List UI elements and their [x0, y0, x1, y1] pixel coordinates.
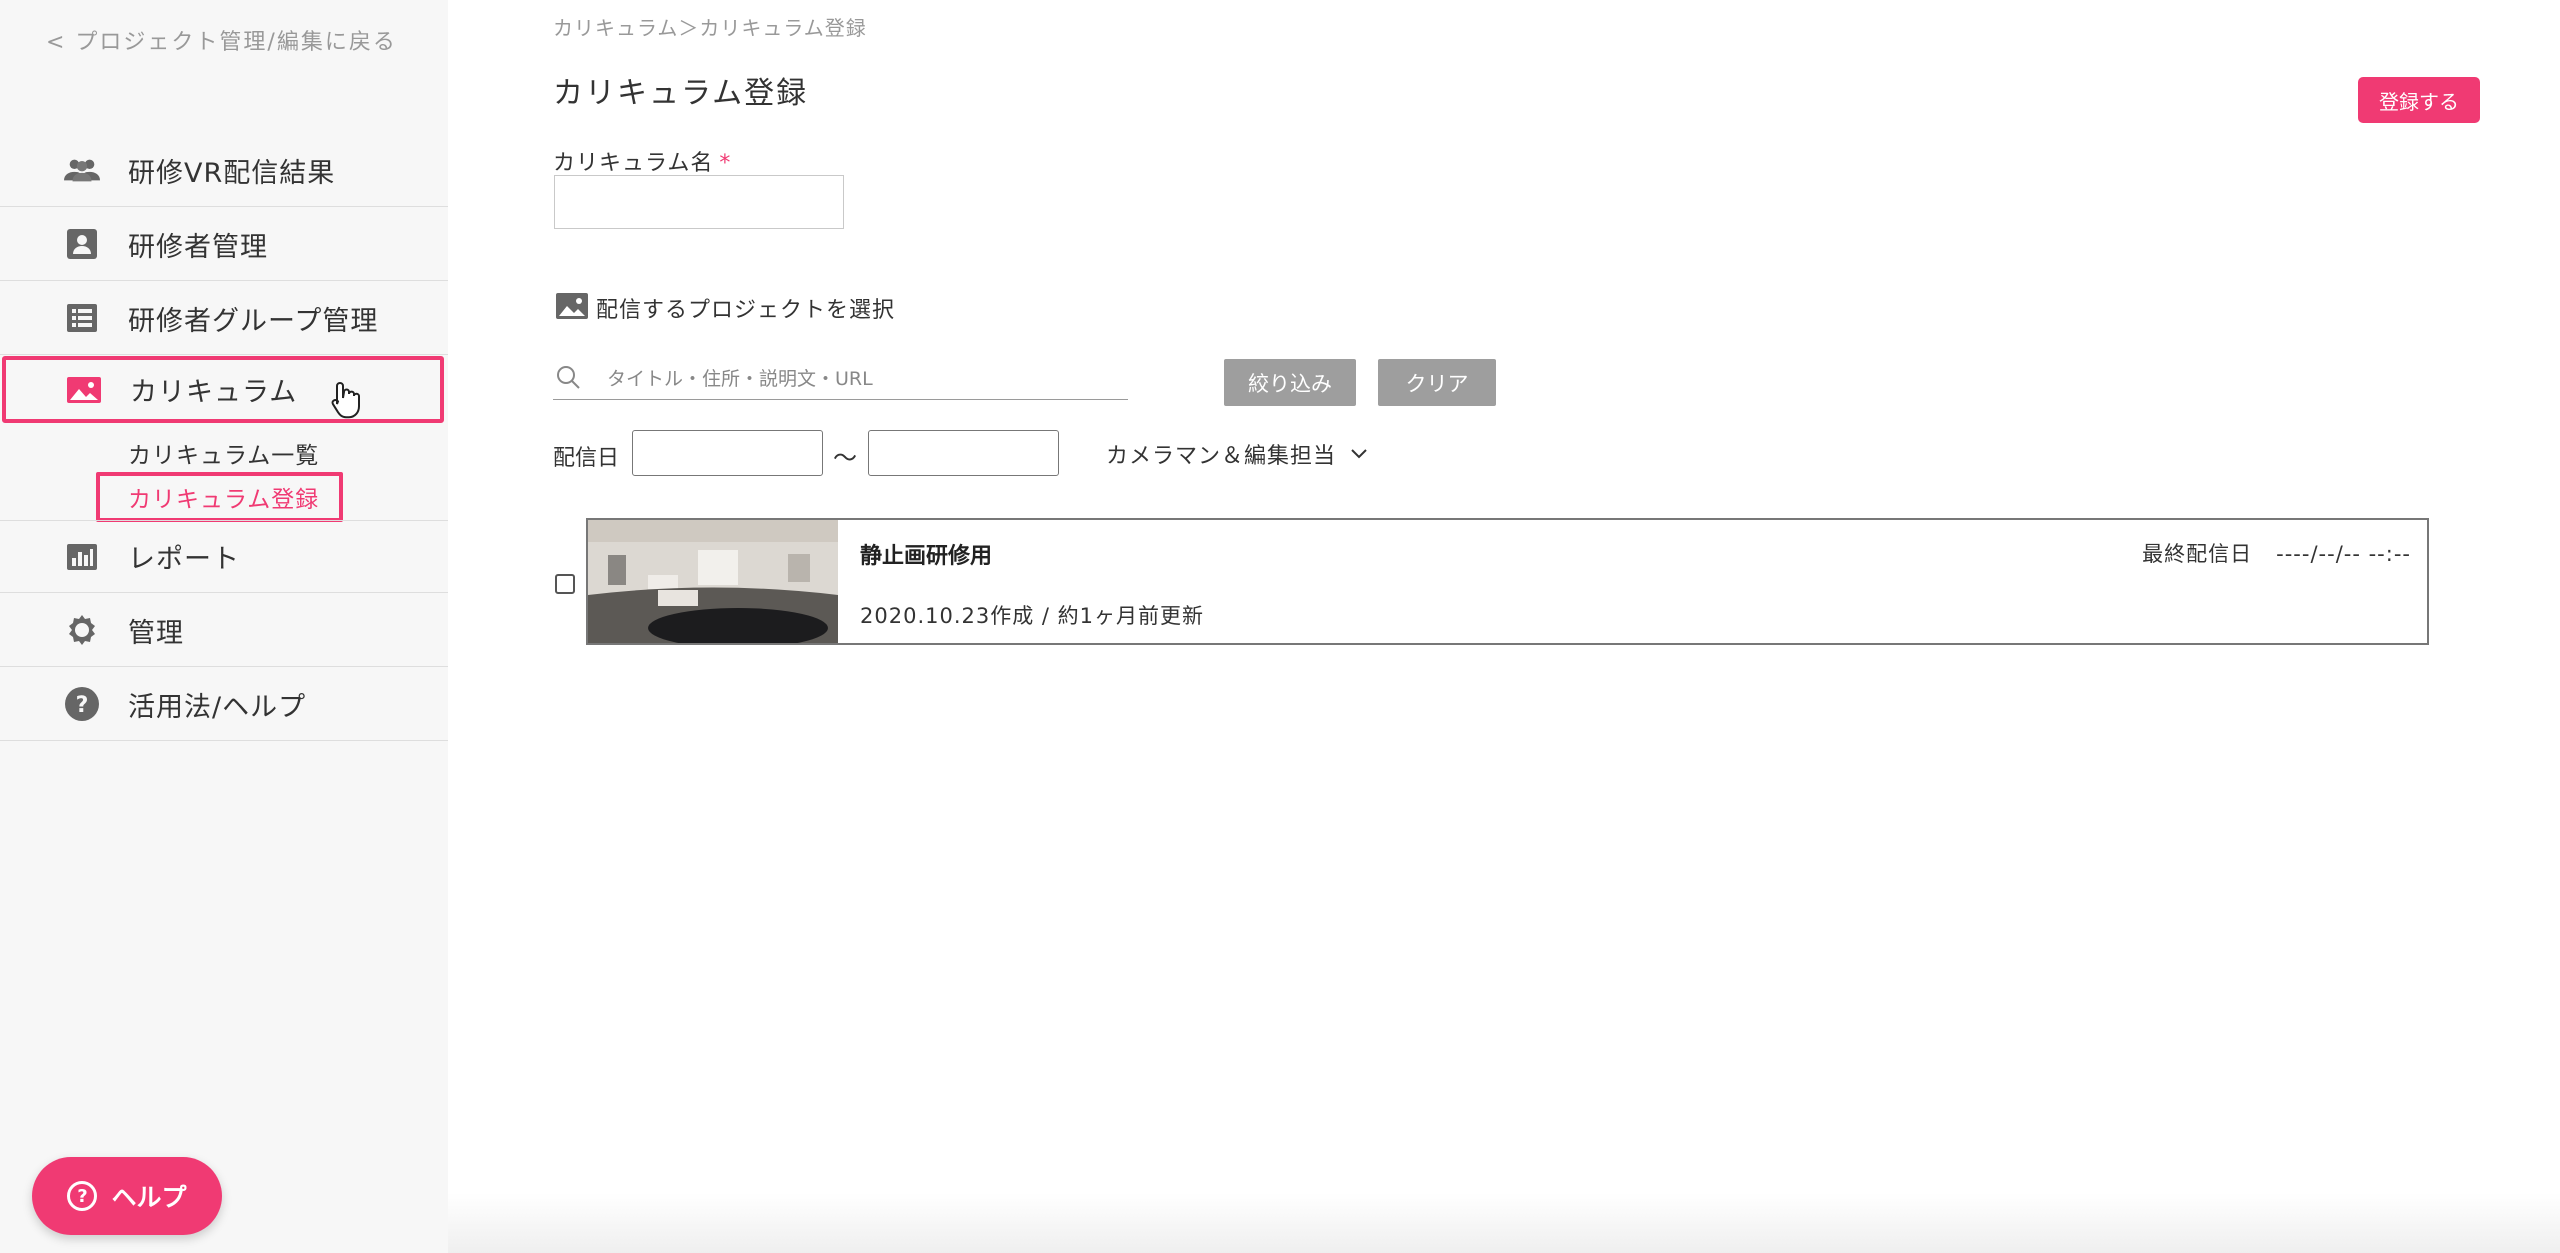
project-thumbnail — [588, 520, 838, 643]
gear-icon — [64, 612, 100, 648]
people-icon — [64, 152, 100, 188]
image-icon — [556, 293, 588, 323]
image-icon — [66, 372, 102, 408]
help-circle-icon: ? — [64, 686, 100, 722]
help-button-label: ヘルプ — [111, 1183, 187, 1212]
project-card[interactable]: 静止画研修用 2020.10.23作成 / 約1ヶ月前更新 最終配信日 ----/… — [586, 518, 2429, 645]
sidebar-item-trainee-management[interactable]: 研修者管理 — [0, 208, 448, 281]
required-mark: * — [719, 151, 732, 176]
date-separator: 〜 — [833, 444, 857, 472]
main-content: カリキュラム＞カリキュラム登録 カリキュラム登録 登録する カリキュラム名 * 配… — [448, 0, 2560, 1253]
page-title: カリキュラム登録 — [553, 76, 809, 111]
list-icon — [64, 300, 100, 336]
delivery-date-label: 配信日 — [553, 446, 620, 471]
filter-button[interactable]: 絞り込み — [1224, 359, 1356, 406]
sidebar-item-label: 研修者グループ管理 — [128, 305, 379, 337]
sidebar-item-report[interactable]: レポート — [0, 520, 448, 593]
section-label: 配信するプロジェクトを選択 — [596, 298, 896, 323]
question-icon: ? — [67, 1181, 98, 1211]
svg-text:?: ? — [76, 693, 89, 718]
cameraman-editor-dropdown[interactable]: カメラマン＆編集担当 — [1106, 438, 1368, 470]
last-delivery-value: ----/--/-- --:-- — [2276, 542, 2411, 566]
date-from-input[interactable] — [632, 430, 823, 476]
sidebar-item-curriculum[interactable]: カリキュラム — [2, 356, 444, 423]
date-to-input[interactable] — [868, 430, 1059, 476]
chevron-down-icon — [1350, 445, 1368, 464]
project-title: 静止画研修用 — [860, 544, 993, 569]
sidebar-subitem-curriculum-list[interactable]: カリキュラム一覧 — [128, 436, 319, 470]
curriculum-name-label: カリキュラム名 * — [553, 145, 731, 177]
curriculum-name-input[interactable] — [554, 175, 844, 229]
help-floating-button[interactable]: ? ヘルプ — [32, 1157, 222, 1235]
sidebar-item-admin[interactable]: 管理 — [0, 594, 448, 667]
field-label-text: カリキュラム名 — [553, 151, 714, 176]
search-input[interactable] — [607, 367, 1107, 390]
hand-cursor-icon — [330, 380, 364, 424]
sidebar-item-label: 管理 — [128, 617, 184, 649]
register-button[interactable]: 登録する — [2358, 77, 2480, 123]
breadcrumb: カリキュラム＞カリキュラム登録 — [553, 16, 867, 40]
project-meta: 2020.10.23作成 / 約1ヶ月前更新 — [860, 604, 1205, 628]
sidebar-item-label: カリキュラム — [130, 377, 298, 408]
sidebar-subitem-curriculum-register[interactable]: カリキュラム登録 — [96, 472, 344, 522]
sidebar-item-label: 活用法/ヘルプ — [128, 691, 307, 723]
bar-chart-icon — [64, 539, 100, 575]
search-bar — [553, 358, 1128, 400]
sidebar: < プロジェクト管理/編集に戻る 研修VR配信結果 研修者管理 研修者グループ管… — [0, 0, 448, 1253]
project-select-heading: 配信するプロジェクトを選択 — [556, 292, 895, 324]
sidebar-item-label: 研修者管理 — [128, 231, 268, 263]
last-delivery-label: 最終配信日 — [2142, 542, 2253, 566]
sidebar-item-label: レポート — [128, 544, 240, 575]
clear-button[interactable]: クリア — [1378, 359, 1496, 406]
search-icon — [555, 364, 581, 394]
last-delivery: 最終配信日 ----/--/-- --:-- — [2142, 538, 2411, 568]
person-card-icon — [64, 226, 100, 262]
dropdown-label: カメラマン＆編集担当 — [1106, 444, 1337, 469]
sidebar-item-help[interactable]: ? 活用法/ヘルプ — [0, 668, 448, 741]
sidebar-item-group-management[interactable]: 研修者グループ管理 — [0, 282, 448, 355]
sidebar-item-label: 研修VR配信結果 — [128, 157, 336, 189]
back-to-project-link[interactable]: < プロジェクト管理/編集に戻る — [46, 24, 397, 56]
sidebar-item-vr-results[interactable]: 研修VR配信結果 — [0, 134, 448, 207]
project-checkbox[interactable] — [555, 574, 575, 594]
